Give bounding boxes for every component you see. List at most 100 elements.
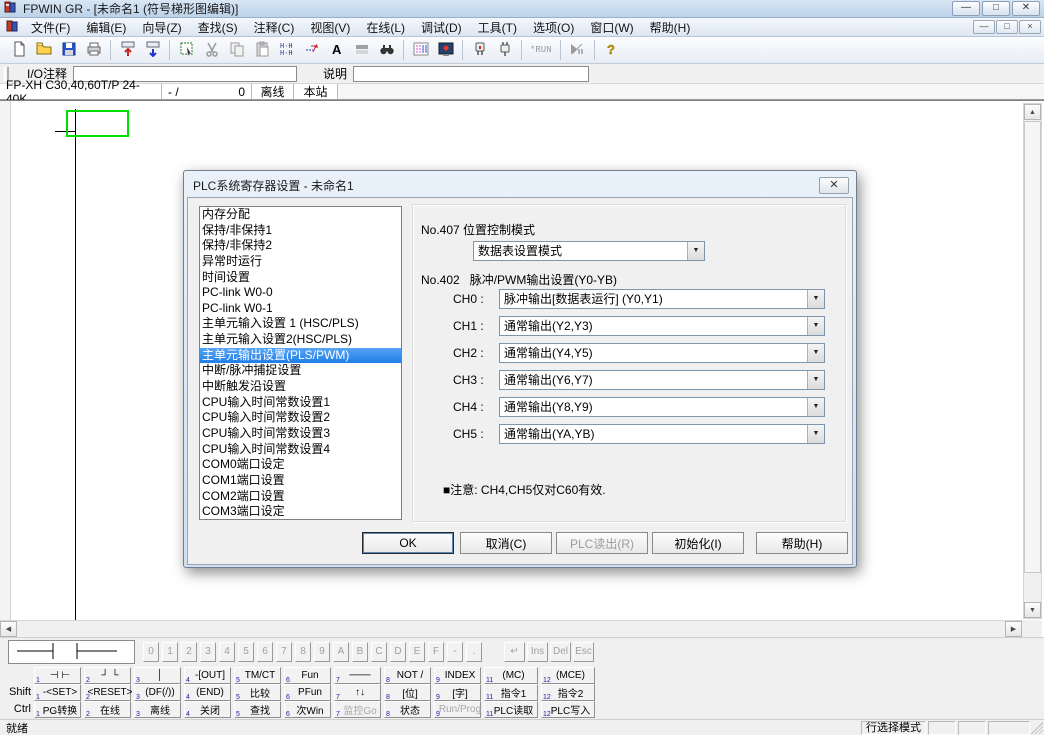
dropdown-arrow-icon[interactable]: ▼ <box>687 242 704 260</box>
function-key[interactable]: 6 PFun <box>284 684 331 701</box>
dialog-button[interactable]: 取消(C) <box>460 532 552 554</box>
maximize-button[interactable]: □ <box>982 1 1010 16</box>
edit-cursor[interactable] <box>66 110 129 137</box>
download-from-plc-button[interactable] <box>140 39 165 62</box>
register-list-item[interactable]: CPU输入时间常数设置2 <box>200 410 401 426</box>
dropdown-arrow-icon[interactable]: ▼ <box>807 317 824 335</box>
paste-button[interactable] <box>249 39 274 62</box>
function-key[interactable]: 4 -[OUT] <box>184 667 231 684</box>
channel-combo[interactable]: 通常输出(Y2,Y3) ▼ <box>499 316 825 336</box>
menu-item[interactable]: 视图(V) <box>302 17 358 38</box>
block-comment-button[interactable] <box>349 39 374 62</box>
keypad-key[interactable]: 7 <box>276 642 292 662</box>
register-list-item[interactable]: CPU输入时间常数设置4 <box>200 442 401 458</box>
keypad-key[interactable]: B <box>352 642 368 662</box>
keypad-key[interactable]: A <box>333 642 349 662</box>
scroll-left-button[interactable]: ◀ <box>0 621 17 637</box>
keypad-key[interactable]: 9 <box>314 642 330 662</box>
function-key[interactable]: 2 ┘ └ <box>84 667 131 684</box>
dropdown-arrow-icon[interactable]: ▼ <box>807 371 824 389</box>
contact-coil-list-button[interactable]: H·HH·H <box>274 39 299 62</box>
function-key[interactable]: 7 ─── <box>334 667 381 684</box>
keypad-key[interactable]: 1 <box>162 642 178 662</box>
menu-item[interactable]: 在线(L) <box>358 17 413 38</box>
function-key[interactable]: 9 Run/Prog <box>434 701 481 718</box>
function-key[interactable]: 3 (DF(/)) <box>134 684 181 701</box>
menu-item[interactable]: 编辑(E) <box>78 17 134 38</box>
register-list-item[interactable]: PC-link W0-1 <box>200 301 401 317</box>
register-category-list[interactable]: 内存分配 保持/非保持1 保持/非保持2 异常时运行 时间设置 PC-link … <box>199 206 402 520</box>
dialog-button[interactable]: PLC读出(R) <box>556 532 648 554</box>
dropdown-arrow-icon[interactable]: ▼ <box>807 425 824 443</box>
online-connect-button[interactable] <box>492 39 517 62</box>
dialog-button[interactable]: 初始化(I) <box>652 532 744 554</box>
keypad-key[interactable]: 6 <box>257 642 273 662</box>
function-key[interactable]: 11 (MC) <box>484 667 538 684</box>
function-key[interactable]: 1 ⊣ ⊢ <box>34 667 81 684</box>
station-select-button[interactable] <box>467 39 492 62</box>
keypad-key[interactable]: E <box>409 642 425 662</box>
child-close-button[interactable]: × <box>1019 20 1041 34</box>
menu-item[interactable]: 工具(T) <box>470 17 525 38</box>
keypad-key[interactable]: Ins <box>527 642 548 662</box>
text-comment-button[interactable]: A <box>324 39 349 62</box>
register-list-item[interactable]: 主单元输入设置 1 (HSC/PLS) <box>200 316 401 332</box>
function-key[interactable]: 5 查找 <box>234 701 281 718</box>
function-key[interactable]: 7 ↑↓ <box>334 684 381 701</box>
register-list-item[interactable]: PC-link W0-0 <box>200 285 401 301</box>
run-prog-toggle-button[interactable] <box>565 39 590 62</box>
scroll-right-button[interactable]: ▶ <box>1005 621 1022 637</box>
keypad-key[interactable]: ↵ <box>504 642 525 662</box>
menu-item[interactable]: 向导(Z) <box>134 17 189 38</box>
dropdown-arrow-icon[interactable]: ▼ <box>807 290 824 308</box>
keypad-key[interactable]: - <box>447 642 463 662</box>
open-file-button[interactable] <box>31 39 56 62</box>
register-list-item[interactable]: 内存分配 <box>200 207 401 223</box>
function-key[interactable]: 6 次Win <box>284 701 331 718</box>
save-button[interactable] <box>56 39 81 62</box>
menu-item[interactable]: 注释(C) <box>246 17 303 38</box>
function-key[interactable]: 2 在线 <box>84 701 131 718</box>
register-list-item[interactable]: 中断触发沿设置 <box>200 379 401 395</box>
cut-button[interactable] <box>199 39 224 62</box>
keypad-key[interactable]: 3 <box>200 642 216 662</box>
menu-item[interactable]: 帮助(H) <box>642 17 699 38</box>
menu-item[interactable]: 文件(F) <box>23 17 78 38</box>
scroll-up-button[interactable]: ▲ <box>1024 104 1041 120</box>
keypad-key[interactable]: 0 <box>143 642 159 662</box>
horizontal-scrollbar[interactable]: ◀ ▶ <box>0 620 1022 637</box>
ladder-symbol-view-button[interactable] <box>408 39 433 62</box>
keypad-key[interactable]: D <box>390 642 406 662</box>
io-monitor-button[interactable] <box>433 39 458 62</box>
menu-item[interactable]: 调试(D) <box>413 17 470 38</box>
function-key[interactable]: 11 PLC读取 <box>484 701 538 718</box>
channel-combo[interactable]: 通常输出(Y6,Y7) ▼ <box>499 370 825 390</box>
register-list-item[interactable]: CPU输入时间常数设置1 <box>200 395 401 411</box>
keypad-key[interactable]: Del <box>550 642 571 662</box>
dropdown-arrow-icon[interactable]: ▼ <box>807 344 824 362</box>
function-key[interactable]: 12 PLC写入 <box>541 701 595 718</box>
keypad-key[interactable]: . <box>466 642 482 662</box>
run-indicator-button[interactable]: *RUN <box>526 39 556 62</box>
function-key[interactable]: 5 TM/CT <box>234 667 281 684</box>
dialog-button[interactable]: OK <box>362 532 454 554</box>
function-key[interactable]: 12 指令2 <box>541 684 595 701</box>
register-list-item[interactable]: COM0端口设定 <box>200 457 401 473</box>
select-mode-button[interactable] <box>174 39 199 62</box>
function-key[interactable]: 4 (END) <box>184 684 231 701</box>
channel-combo[interactable]: 通常输出(Y4,Y5) ▼ <box>499 343 825 363</box>
dialog-button[interactable]: 帮助(H) <box>756 532 848 554</box>
upload-to-plc-button[interactable] <box>115 39 140 62</box>
channel-combo[interactable]: 通常输出(YA,YB) ▼ <box>499 424 825 444</box>
function-key[interactable]: 12 (MCE) <box>541 667 595 684</box>
register-list-item[interactable]: 主单元输入设置2(HSC/PLS) <box>200 332 401 348</box>
new-file-button[interactable] <box>6 39 31 62</box>
dropdown-arrow-icon[interactable]: ▼ <box>807 398 824 416</box>
position-control-mode-combo[interactable]: 数据表设置模式 ▼ <box>473 241 705 261</box>
register-list-item[interactable]: 时间设置 <box>200 270 401 286</box>
register-list-item[interactable]: COM1端口设置 <box>200 473 401 489</box>
menu-item[interactable]: 查找(S) <box>190 17 246 38</box>
child-restore-button[interactable]: □ <box>996 20 1018 34</box>
function-key[interactable]: 7 监控Go <box>334 701 381 718</box>
dialog-close-button[interactable]: ✕ <box>819 177 849 194</box>
